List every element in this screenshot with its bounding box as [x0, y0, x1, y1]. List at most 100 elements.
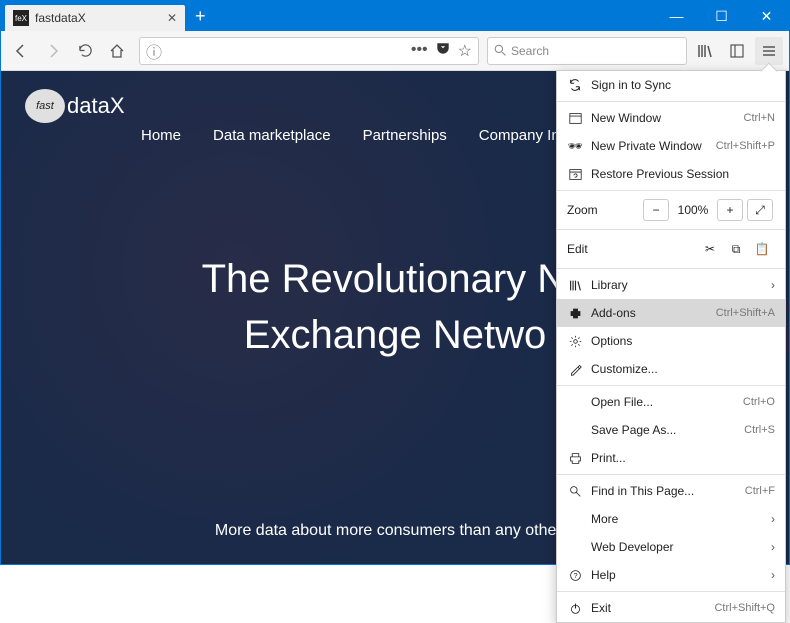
menu-button[interactable]	[755, 37, 783, 65]
nav-marketplace[interactable]: Data marketplace	[213, 127, 331, 144]
maximize-button[interactable]: ☐	[699, 1, 744, 31]
menu-label: Open File...	[591, 395, 653, 409]
library-icon	[567, 279, 583, 292]
search-icon	[494, 44, 507, 57]
menu-shortcut: Ctrl+Shift+P	[716, 140, 775, 152]
help-icon: ?	[567, 569, 583, 582]
home-button[interactable]	[103, 37, 131, 65]
tab-title: fastdataX	[35, 11, 86, 25]
chevron-right-icon: ›	[771, 568, 775, 582]
search-icon	[567, 485, 583, 498]
addons-icon	[567, 307, 583, 320]
menu-label: Find in This Page...	[591, 484, 694, 498]
menu-label: Help	[591, 568, 616, 582]
paint-icon	[567, 363, 583, 376]
menu-sign-in[interactable]: Sign in to Sync	[557, 71, 785, 99]
paste-icon[interactable]: 📋	[749, 242, 775, 256]
menu-new-window[interactable]: New Window Ctrl+N	[557, 104, 785, 132]
menu-label: Web Developer	[591, 540, 674, 554]
menu-label: Exit	[591, 601, 611, 615]
menu-zoom: Zoom − 100% + ⤢	[557, 193, 785, 227]
menu-shortcut: Ctrl+O	[743, 396, 775, 408]
forward-button[interactable]	[39, 37, 67, 65]
svg-text:?: ?	[573, 570, 577, 579]
titlebar: feX fastdataX ✕ + — ☐ ✕	[1, 1, 789, 31]
browser-tab[interactable]: feX fastdataX ✕	[5, 5, 185, 31]
zoom-out-button[interactable]: −	[643, 199, 669, 221]
menu-label: Sign in to Sync	[591, 78, 671, 92]
menu-web-developer[interactable]: Web Developer ›	[557, 533, 785, 561]
copy-icon[interactable]: ⧉	[723, 242, 749, 257]
pocket-icon[interactable]	[436, 41, 450, 61]
reload-button[interactable]	[71, 37, 99, 65]
menu-exit[interactable]: Exit Ctrl+Shift+Q	[557, 594, 785, 622]
site-nav: Home Data marketplace Partnerships Compa…	[141, 127, 572, 144]
menu-shortcut: Ctrl+F	[745, 485, 775, 497]
app-menu: Sign in to Sync New Window Ctrl+N 🕶 New …	[556, 70, 786, 623]
menu-save-page[interactable]: Save Page As... Ctrl+S	[557, 416, 785, 444]
menu-separator	[557, 101, 785, 102]
menu-label: Customize...	[591, 362, 658, 376]
print-icon	[567, 452, 583, 465]
menu-shortcut: Ctrl+N	[744, 112, 775, 124]
menu-print[interactable]: Print...	[557, 444, 785, 472]
menu-separator	[557, 474, 785, 475]
window-icon	[567, 112, 583, 125]
menu-label: Print...	[591, 451, 626, 465]
zoom-label: Zoom	[567, 203, 641, 217]
zoom-value: 100%	[671, 203, 715, 217]
menu-label: New Private Window	[591, 139, 702, 153]
bookmark-icon[interactable]: ☆	[458, 41, 472, 61]
menu-shortcut: Ctrl+S	[744, 424, 775, 436]
menu-label: Library	[591, 278, 628, 292]
close-button[interactable]: ✕	[744, 1, 789, 31]
menu-label: Options	[591, 334, 632, 348]
menu-open-file[interactable]: Open File... Ctrl+O	[557, 388, 785, 416]
mask-icon: 🕶	[567, 139, 583, 153]
cut-icon[interactable]: ✂	[697, 242, 723, 256]
menu-separator	[557, 190, 785, 191]
menu-label: New Window	[591, 111, 661, 125]
new-tab-button[interactable]: +	[195, 6, 206, 27]
chevron-right-icon: ›	[771, 540, 775, 554]
menu-label: Restore Previous Session	[591, 167, 729, 181]
window-controls: — ☐ ✕	[654, 1, 789, 31]
minimize-button[interactable]: —	[654, 1, 699, 31]
menu-customize[interactable]: Customize...	[557, 355, 785, 383]
restore-icon	[567, 168, 583, 181]
menu-label: Save Page As...	[591, 423, 676, 437]
menu-addons[interactable]: Add-ons Ctrl+Shift+A	[557, 299, 785, 327]
menu-label: More	[591, 512, 618, 526]
menu-library[interactable]: Library ›	[557, 271, 785, 299]
page-actions-icon[interactable]: •••	[411, 41, 428, 61]
logo-badge: fast	[25, 89, 65, 123]
tab-favicon: feX	[13, 10, 29, 26]
menu-help[interactable]: ? Help ›	[557, 561, 785, 589]
chevron-right-icon: ›	[771, 512, 775, 526]
fullscreen-button[interactable]: ⤢	[747, 199, 773, 221]
menu-find[interactable]: Find in This Page... Ctrl+F	[557, 477, 785, 505]
site-info-icon[interactable]: ⓘ	[146, 39, 162, 63]
nav-home[interactable]: Home	[141, 127, 181, 144]
back-button[interactable]	[7, 37, 35, 65]
menu-options[interactable]: Options	[557, 327, 785, 355]
site-logo[interactable]: fast dataX	[25, 89, 125, 123]
hero-line1: The Revolutionary Ne	[202, 257, 589, 301]
menu-shortcut: Ctrl+Shift+A	[716, 307, 775, 319]
library-button[interactable]	[691, 37, 719, 65]
gear-icon	[567, 335, 583, 348]
tab-close-icon[interactable]: ✕	[167, 11, 177, 25]
menu-more[interactable]: More ›	[557, 505, 785, 533]
menu-separator	[557, 385, 785, 386]
zoom-in-button[interactable]: +	[717, 199, 743, 221]
sidebar-button[interactable]	[723, 37, 751, 65]
toolbar: ⓘ ••• ☆ Search	[1, 31, 789, 71]
search-bar[interactable]: Search	[487, 37, 687, 65]
menu-restore-session[interactable]: Restore Previous Session	[557, 160, 785, 188]
nav-partnerships[interactable]: Partnerships	[363, 127, 447, 144]
menu-separator	[557, 268, 785, 269]
search-placeholder: Search	[511, 44, 549, 58]
url-bar[interactable]: ⓘ ••• ☆	[139, 37, 479, 65]
menu-new-private-window[interactable]: 🕶 New Private Window Ctrl+Shift+P	[557, 132, 785, 160]
power-icon	[567, 602, 583, 615]
